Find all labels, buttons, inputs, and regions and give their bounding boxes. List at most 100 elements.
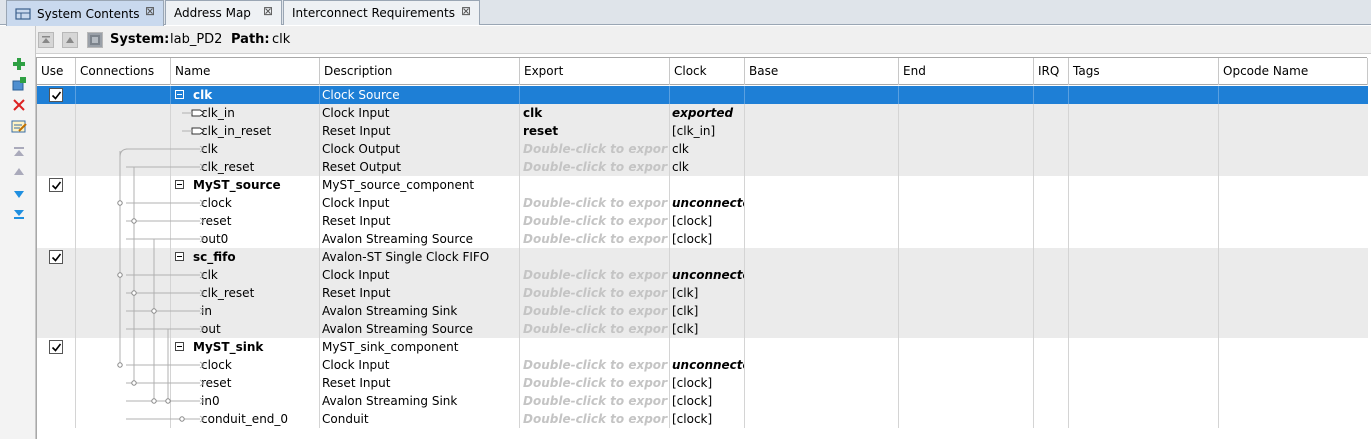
interface-name[interactable]: out [201,320,316,338]
export-cell[interactable]: Double-click to export [523,194,668,212]
clock-cell[interactable]: clk [672,140,744,158]
column-header-connections[interactable]: Connections [76,58,171,85]
interface-row[interactable]: clk_in_reset Reset Input reset [clk_in] [37,122,1368,140]
interface-name[interactable]: out0 [201,230,316,248]
move-top-icon[interactable] [11,144,27,160]
close-tab-icon[interactable]: ⊠ [145,4,155,18]
use-checkbox[interactable] [49,178,63,192]
interface-name[interactable]: clk_reset [201,284,316,302]
interface-row[interactable]: clk_reset Reset Output Double-click to exp… [37,158,1368,176]
interface-row[interactable]: clk Clock Output Double-click to export clk [37,140,1368,158]
column-header-use[interactable]: Use [37,58,76,85]
clock-cell[interactable]: unconnected [672,194,744,212]
component-name[interactable]: MyST_sink [193,338,308,356]
interface-name[interactable]: clk [201,266,316,284]
column-header-irq[interactable]: IRQ [1034,58,1069,85]
component-row[interactable]: clk Clock Source [37,86,1368,104]
interface-row[interactable]: clk Clock Input Double-click to export unco… [37,266,1368,284]
interface-row[interactable]: out Avalon Streaming Source Double-click t… [37,320,1368,338]
export-cell[interactable]: Double-click to export [523,140,668,158]
use-checkbox[interactable] [49,340,63,354]
component-name[interactable]: MyST_source [193,176,308,194]
clock-cell[interactable]: [clock] [672,374,744,392]
interface-row[interactable]: reset Reset Input Double-click to export [c… [37,212,1368,230]
export-cell[interactable]: Double-click to export [523,266,668,284]
clock-cell[interactable] [672,338,744,356]
use-checkbox[interactable] [49,250,63,264]
clock-cell[interactable]: exported [672,104,744,122]
clock-cell[interactable] [672,248,744,266]
interface-row[interactable]: conduit_end_0 Conduit Double-click to expo… [37,410,1368,428]
interface-name[interactable]: in [201,302,316,320]
component-name[interactable]: clk [193,86,308,104]
move-down-icon[interactable] [11,186,27,202]
clock-cell[interactable]: [clk] [672,320,744,338]
export-cell[interactable] [523,86,668,104]
clock-cell[interactable]: [clock] [672,212,744,230]
column-header-end[interactable]: End [899,58,1034,85]
column-header-tags[interactable]: Tags [1069,58,1219,85]
component-row[interactable]: MyST_source MyST_source_component [37,176,1368,194]
column-header-clock[interactable]: Clock [670,58,745,85]
interface-name[interactable]: clk_in [201,104,316,122]
interface-name[interactable]: in0 [201,392,316,410]
clock-cell[interactable] [672,176,744,194]
export-cell[interactable]: Double-click to export [523,302,668,320]
interface-name[interactable]: conduit_end_0 [201,410,316,428]
column-header-name[interactable]: Name [171,58,320,85]
export-cell[interactable] [523,248,668,266]
export-cell[interactable] [523,176,668,194]
clock-cell[interactable]: unconnected [672,266,744,284]
interface-row[interactable]: clk_reset Reset Input Double-click to expo… [37,284,1368,302]
clock-cell[interactable]: unconnected [672,356,744,374]
connections-graph[interactable] [76,86,208,436]
add-connection-icon[interactable] [11,76,27,92]
component-name[interactable]: sc_fifo [193,248,308,266]
interface-name[interactable]: clock [201,356,316,374]
remove-icon[interactable] [11,97,27,113]
clock-cell[interactable]: [clock] [672,392,744,410]
export-cell[interactable]: Double-click to export [523,392,668,410]
column-header-export[interactable]: Export [520,58,670,85]
clock-cell[interactable]: [clk] [672,284,744,302]
component-row[interactable]: sc_fifo Avalon-ST Single Clock FIFO [37,248,1368,266]
interface-row[interactable]: out0 Avalon Streaming Source Double-click … [37,230,1368,248]
export-cell[interactable]: Double-click to export [523,356,668,374]
close-tab-icon[interactable]: ⊠ [461,4,471,18]
interface-name[interactable]: reset [201,374,316,392]
export-cell[interactable]: Double-click to export [523,374,668,392]
component-row[interactable]: MyST_sink MyST_sink_component [37,338,1368,356]
clock-cell[interactable]: [clock] [672,410,744,428]
move-bottom-icon[interactable] [11,206,27,222]
export-cell[interactable]: Double-click to export [523,284,668,302]
column-header-base[interactable]: Base [745,58,899,85]
clock-cell[interactable] [672,86,744,104]
close-tab-icon[interactable]: ⊠ [263,4,273,18]
interface-row[interactable]: clock Clock Input Double-click to export un… [37,356,1368,374]
navigate-top-button[interactable] [38,32,54,48]
tab-system-contents[interactable]: System Contents ⊠ [6,0,164,26]
clock-cell[interactable]: [clk] [672,302,744,320]
interface-name[interactable]: clk_reset [201,158,316,176]
interface-row[interactable]: clk_in Clock Input clk exported [37,104,1368,122]
edit-icon[interactable] [11,118,27,134]
interface-name[interactable]: clk_in_reset [201,122,316,140]
clock-cell[interactable]: [clock] [672,230,744,248]
export-cell[interactable]: Double-click to export [523,320,668,338]
tab-interconnect-requirements[interactable]: Interconnect Requirements ⊠ [283,0,480,25]
clock-cell[interactable]: clk [672,158,744,176]
column-header-description[interactable]: Description [320,58,520,85]
navigate-up-button[interactable] [62,32,78,48]
interface-name[interactable]: reset [201,212,316,230]
export-cell[interactable]: reset [523,122,668,140]
export-cell[interactable]: clk [523,104,668,122]
export-cell[interactable] [523,338,668,356]
export-cell[interactable]: Double-click to export [523,212,668,230]
column-header-opcode-name[interactable]: Opcode Name [1219,58,1368,85]
export-cell[interactable]: Double-click to export [523,410,668,428]
interface-row[interactable]: clock Clock Input Double-click to export un… [37,194,1368,212]
add-icon[interactable] [11,56,27,72]
export-cell[interactable]: Double-click to export [523,230,668,248]
export-cell[interactable]: Double-click to export [523,158,668,176]
interface-name[interactable]: clk [201,140,316,158]
